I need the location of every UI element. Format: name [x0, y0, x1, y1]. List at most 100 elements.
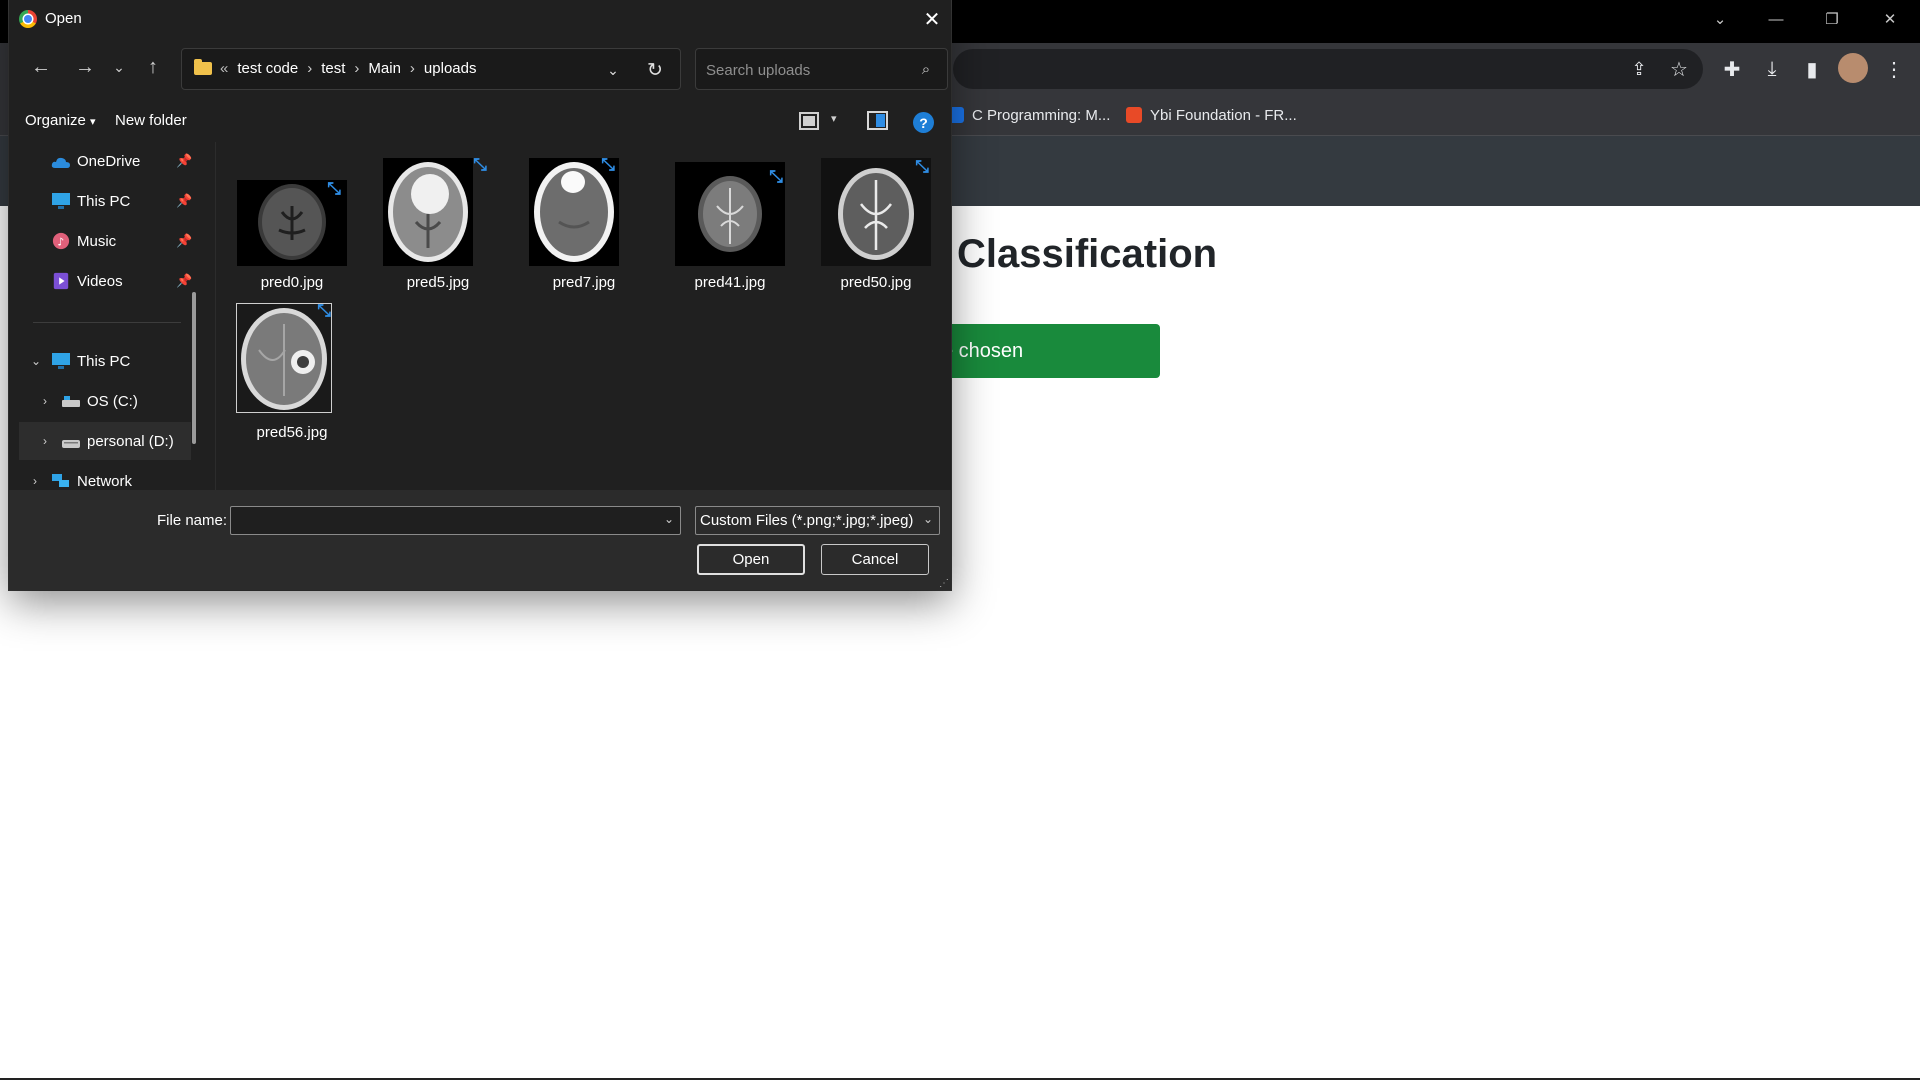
refresh-icon: ↻ [647, 59, 663, 81]
nav-pane-scrollbar[interactable] [192, 292, 196, 444]
tree-item-this-pc[interactable]: ⌄ This PC [19, 342, 191, 380]
refresh-button[interactable]: ↻ [640, 57, 670, 83]
bookmark-label: C Programming: M... [972, 106, 1111, 124]
file-item-pred7[interactable]: ⤡ pred7.jpg [519, 152, 649, 292]
breadcrumb-uploads[interactable]: uploads [424, 60, 477, 77]
choose-file-button[interactable]: e chosen [920, 324, 1160, 378]
file-item-pred5[interactable]: ⤡ pred5.jpg [373, 152, 503, 292]
open-file-dialog: Open ✕ ← → ⌄ ↑ « test code › test › Main › uplo… [9, 0, 951, 590]
bookmark-ybi-foundation[interactable]: Ybi Foundation - FR... [1126, 103, 1297, 127]
breadcrumb-separator-icon[interactable]: › [410, 60, 415, 77]
recent-locations-button[interactable]: ⌄ [105, 53, 133, 81]
preview-pane-icon[interactable] [867, 111, 888, 130]
menu-kebab-icon[interactable]: ⋮ [1880, 55, 1908, 83]
address-bar[interactable]: « test code › test › Main › uploads ⌄ ↻ [181, 48, 681, 90]
dialog-title: Open [45, 10, 82, 27]
file-grid: ⤡ pred0.jpg ⤡ pred5.jpg ⤡ pred7.jpg ⤡ pr… [227, 152, 947, 482]
help-icon[interactable]: ? [913, 112, 934, 133]
music-icon: ♪ [52, 232, 70, 250]
page-title: Classification [957, 232, 1218, 276]
search-input[interactable] [704, 58, 908, 82]
file-item-pred56[interactable]: ⤡ pred56.jpg [227, 301, 357, 442]
pane-divider[interactable] [215, 142, 216, 490]
onedrive-icon [51, 157, 70, 168]
back-button[interactable]: ← [27, 53, 55, 81]
up-button[interactable]: ↑ [139, 53, 167, 81]
bookmark-c-programming[interactable]: C Programming: M... [948, 103, 1110, 127]
search-box[interactable]: ⌕ [695, 48, 948, 90]
nav-item-music[interactable]: ♪ Music 📌 [19, 222, 193, 260]
bookmark-label: Ybi Foundation - FR... [1150, 106, 1297, 124]
window-close-icon[interactable]: ✕ [1862, 0, 1918, 38]
file-item-pred41[interactable]: ⤡ pred41.jpg [665, 152, 795, 292]
forward-button[interactable]: → [71, 53, 99, 81]
resize-grip-icon[interactable]: ⋰ [939, 578, 949, 589]
dialog-titlebar: Open ✕ [9, 0, 951, 38]
compressed-icon: ⤡ [915, 157, 929, 176]
drive-icon [62, 396, 80, 407]
minimize-icon[interactable]: — [1748, 0, 1804, 38]
download-icon[interactable]: ⤓ [1758, 55, 1786, 83]
compressed-icon: ⤡ [317, 301, 331, 320]
pin-icon: 📌 [176, 153, 193, 168]
nav-item-this-pc-quick[interactable]: This PC 📌 [19, 182, 192, 220]
breadcrumb-separator-icon[interactable]: › [307, 60, 312, 77]
omnibox[interactable]: ⇪ ☆ [953, 49, 1703, 89]
change-view-icon[interactable] [799, 112, 819, 130]
tab-search-icon[interactable]: ⌄ [1692, 0, 1748, 38]
address-dropdown-button[interactable]: ⌄ [600, 57, 626, 83]
breadcrumb-main[interactable]: Main [368, 60, 401, 77]
organize-button[interactable]: Organize ▾ [25, 112, 96, 129]
file-name: pred0.jpg [260, 274, 324, 291]
close-icon: ✕ [923, 8, 941, 31]
nav-item-onedrive[interactable]: OneDrive 📌 [19, 142, 193, 180]
caret-down-icon: ▾ [90, 116, 96, 128]
tree-item-personal-d[interactable]: › personal (D:) [19, 422, 191, 460]
file-item-pred0[interactable]: ⤡ pred0.jpg [227, 152, 357, 292]
file-name: pred5.jpg [406, 274, 470, 291]
file-item-pred50[interactable]: ⤡ pred50.jpg [811, 152, 941, 292]
nav-item-label: Music [77, 232, 117, 250]
dialog-close-button[interactable]: ✕ [917, 4, 947, 34]
profile-avatar[interactable] [1838, 53, 1868, 83]
nav-item-label: OneDrive [77, 152, 141, 170]
pin-icon: 📌 [176, 233, 193, 248]
chevron-down-icon: ⌄ [113, 58, 125, 75]
chevron-down-icon[interactable]: ⌄ [664, 512, 674, 526]
navigation-pane: OneDrive 📌 This PC 📌 ♪ Music 📌 Videos 📌 … [9, 142, 207, 490]
pin-icon: 📌 [176, 273, 193, 288]
tree-item-os-c[interactable]: › OS (C:) [19, 382, 191, 420]
breadcrumb-test-code[interactable]: test code [237, 60, 298, 77]
nav-item-videos[interactable]: Videos 📌 [19, 262, 193, 300]
tree-item-label: OS (C:) [87, 392, 138, 410]
file-name: pred50.jpg [840, 274, 912, 291]
breadcrumb-separator-icon[interactable]: › [354, 60, 359, 77]
arrow-left-icon: ← [31, 55, 51, 78]
caret-down-icon[interactable]: ▾ [831, 112, 837, 125]
share-icon[interactable]: ⇪ [1625, 55, 1653, 83]
file-name: pred7.jpg [552, 274, 616, 291]
command-bar: Organize ▾ New folder ▾ ? [9, 106, 951, 138]
chevron-right-icon[interactable]: › [33, 474, 37, 488]
cancel-button[interactable]: Cancel [821, 544, 929, 575]
file-name-input[interactable] [237, 511, 651, 532]
mri-thumbnail-image [529, 158, 619, 266]
extensions-icon[interactable]: ✚ [1718, 55, 1746, 83]
restore-icon[interactable]: ❐ [1804, 0, 1860, 38]
chevron-right-icon[interactable]: › [43, 394, 47, 408]
chevron-down-icon[interactable]: ⌄ [31, 354, 41, 368]
breadcrumb-overflow[interactable]: « [220, 60, 228, 77]
file-name-label: File name: [157, 512, 228, 529]
side-panel-icon[interactable]: ▮ [1798, 55, 1826, 83]
chrome-icon [19, 10, 37, 28]
breadcrumb-test[interactable]: test [321, 60, 345, 77]
bookmark-star-icon[interactable]: ☆ [1665, 55, 1693, 83]
search-icon[interactable]: ⌕ [915, 58, 937, 80]
file-name-combobox[interactable]: ⌄ [230, 506, 681, 535]
new-folder-button[interactable]: New folder [115, 112, 187, 129]
open-button[interactable]: Open [697, 544, 805, 575]
chevron-right-icon[interactable]: › [43, 434, 47, 448]
tree-item-network[interactable]: › Network [19, 462, 191, 490]
nav-item-label: Videos [77, 272, 123, 290]
file-type-select[interactable]: Custom Files (*.png;*.jpg;*.jpeg) ⌄ [695, 506, 940, 535]
